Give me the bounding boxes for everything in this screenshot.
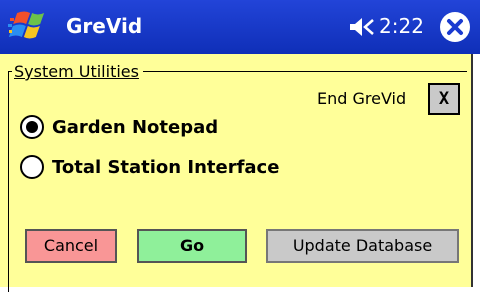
title-bar: GreVid 2:22	[0, 0, 480, 54]
group-legend: System Utilities	[12, 62, 143, 81]
end-grevid-button[interactable]: X	[428, 83, 460, 115]
close-icon	[447, 19, 463, 35]
windows-start-icon[interactable]	[8, 8, 48, 44]
close-button[interactable]	[440, 12, 470, 42]
form-area: System Utilities End GreVid X Garden Not…	[0, 54, 473, 292]
option-label: Garden Notepad	[52, 116, 219, 138]
clock[interactable]: 2:22	[379, 14, 424, 38]
radio-garden-notepad[interactable]	[20, 115, 44, 139]
radio-total-station-interface[interactable]	[20, 155, 44, 179]
update-database-button[interactable]: Update Database	[266, 229, 459, 263]
option-garden-notepad[interactable]: Garden Notepad	[20, 112, 218, 142]
go-button[interactable]: Go	[137, 229, 247, 263]
speaker-icon[interactable]	[348, 15, 376, 39]
option-label: Total Station Interface	[52, 156, 280, 178]
app-title: GreVid	[66, 14, 143, 38]
cancel-button[interactable]: Cancel	[25, 229, 117, 263]
option-total-station-interface[interactable]: Total Station Interface	[20, 152, 279, 182]
end-grevid-label: End GreVid	[317, 89, 407, 108]
